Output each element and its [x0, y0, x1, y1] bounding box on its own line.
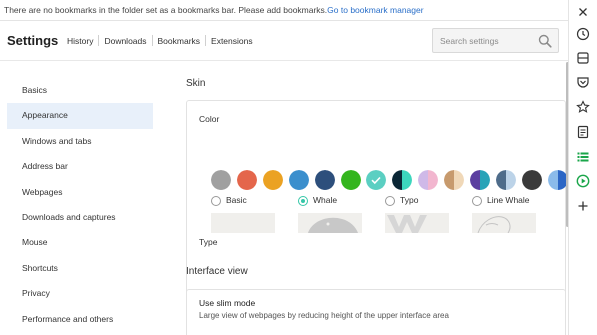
menu-item-webpages[interactable]: Webpages	[7, 180, 153, 205]
color-swatch[interactable]	[495, 170, 516, 190]
type-radio-line-whale[interactable]	[472, 196, 482, 206]
type-label-line-whale: Line Whale	[487, 195, 530, 205]
bookmark-bar-notice: There are no bookmarks in the folder set…	[0, 0, 568, 21]
skin-section-title: Skin	[186, 78, 206, 89]
type-radio-whale[interactable]	[298, 196, 308, 206]
interface-view-card: Use slim mode Large view of webpages by …	[186, 289, 566, 335]
menu-item-address-bar[interactable]: Address bar	[7, 154, 153, 179]
color-swatch[interactable]	[547, 170, 566, 190]
type-thumbnail-typo[interactable]	[385, 213, 449, 233]
settings-menu: Basics Appearance Windows and tabs Addre…	[7, 78, 153, 332]
type-label-basic: Basic	[226, 195, 247, 205]
type-thumbnail-whale[interactable]	[298, 213, 362, 233]
type-radio-basic[interactable]	[211, 196, 221, 206]
color-swatch[interactable]	[392, 170, 413, 190]
slim-mode-description: Large view of webpages by reducing heigh…	[199, 311, 449, 320]
color-swatch[interactable]	[470, 170, 490, 190]
color-swatch[interactable]	[444, 170, 465, 190]
search-icon[interactable]	[538, 34, 552, 53]
nav-divider	[205, 35, 207, 46]
type-label: Type	[199, 237, 218, 247]
type-radio-typo[interactable]	[385, 196, 395, 206]
color-swatch[interactable]	[288, 170, 309, 190]
page-title: Settings	[7, 33, 59, 48]
nav-downloads[interactable]: Downloads	[104, 36, 146, 46]
history-icon[interactable]	[575, 26, 591, 42]
type-label-typo: Typo	[400, 195, 419, 205]
color-swatch[interactable]	[521, 170, 542, 190]
bookmark-bar-message: There are no bookmarks in the folder set…	[4, 5, 328, 15]
interface-view-title: Interface view	[186, 266, 248, 277]
color-swatch[interactable]	[366, 170, 387, 190]
nav-history[interactable]: History	[67, 36, 93, 46]
color-label: Color	[199, 114, 220, 124]
color-swatch[interactable]	[418, 170, 439, 190]
menu-item-appearance[interactable]: Appearance	[7, 103, 153, 129]
search-input[interactable]	[433, 29, 533, 52]
play-icon[interactable]	[575, 173, 591, 189]
list-icon[interactable]	[575, 149, 591, 165]
add-icon[interactable]	[575, 198, 591, 214]
color-swatch[interactable]	[236, 170, 257, 190]
header-nav: History Downloads Bookmarks Extensions	[67, 35, 253, 46]
menu-item-windows-and-tabs[interactable]: Windows and tabs	[7, 129, 153, 154]
favorites-icon[interactable]	[575, 99, 591, 115]
type-thumbnail-line-whale[interactable]	[472, 213, 536, 233]
menu-item-shortcuts[interactable]: Shortcuts	[7, 256, 153, 281]
menu-item-downloads-and-captures[interactable]: Downloads and captures	[7, 205, 153, 230]
right-sidebar	[568, 0, 597, 335]
color-swatch[interactable]	[211, 170, 231, 190]
slim-mode-title: Use slim mode	[199, 298, 256, 308]
settings-header: Settings History Downloads Bookmarks Ext…	[0, 21, 568, 61]
color-swatch[interactable]	[340, 170, 361, 190]
color-swatch[interactable]	[262, 170, 283, 190]
bookmarks-icon[interactable]	[575, 50, 591, 66]
type-thumbnail-basic[interactable]	[211, 213, 275, 233]
color-swatch[interactable]	[314, 170, 335, 190]
menu-item-mouse[interactable]: Mouse	[7, 230, 153, 255]
menu-item-privacy[interactable]: Privacy	[7, 281, 153, 306]
nav-divider	[98, 35, 100, 46]
nav-divider	[151, 35, 153, 46]
bookmark-manager-link[interactable]: Go to bookmark manager	[327, 5, 423, 15]
search-box	[432, 28, 559, 53]
close-icon[interactable]	[575, 4, 591, 20]
menu-item-performance[interactable]: Performance and others	[7, 307, 153, 332]
nav-extensions[interactable]: Extensions	[211, 36, 253, 46]
pocket-icon[interactable]	[575, 74, 591, 90]
menu-item-basics[interactable]: Basics	[7, 78, 153, 103]
notes-icon[interactable]	[575, 124, 591, 140]
nav-bookmarks[interactable]: Bookmarks	[158, 36, 201, 46]
type-label-whale: Whale	[313, 195, 338, 205]
